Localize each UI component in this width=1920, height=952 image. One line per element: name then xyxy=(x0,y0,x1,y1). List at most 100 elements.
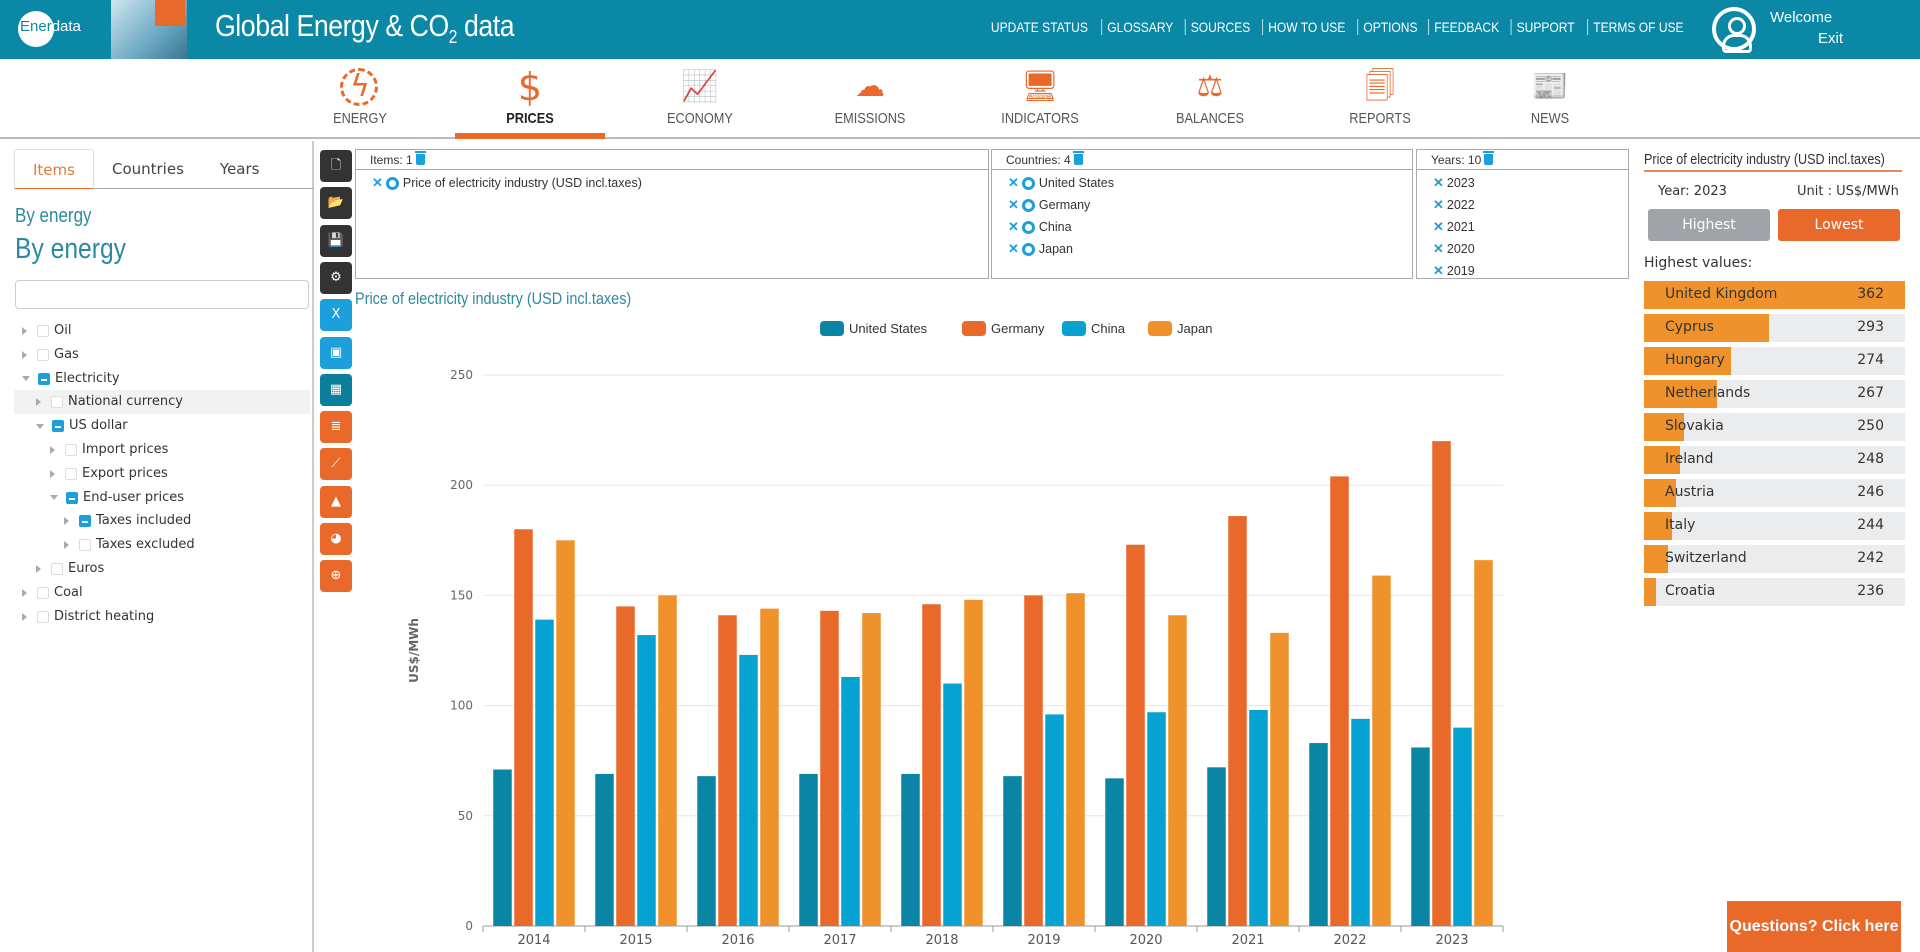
topnav-link[interactable]: TERMS OF USE xyxy=(1587,19,1688,35)
eye-icon[interactable] xyxy=(1021,220,1035,234)
lowest-button[interactable]: Lowest xyxy=(1778,209,1900,241)
bar-germany-2015[interactable] xyxy=(616,606,635,926)
tree-node[interactable]: Coal xyxy=(14,581,310,605)
legend-item[interactable]: China xyxy=(1062,321,1126,336)
tab-items[interactable]: Items xyxy=(14,149,94,189)
checkbox[interactable] xyxy=(66,491,78,504)
trash-icon[interactable] xyxy=(414,151,426,165)
tab-countries[interactable]: Countries xyxy=(94,149,202,189)
checkbox[interactable] xyxy=(79,515,91,528)
save-icon[interactable]: 💾 xyxy=(320,224,352,257)
tree-node[interactable]: Gas xyxy=(14,343,310,367)
bar-china-2020[interactable] xyxy=(1147,712,1166,926)
checkbox[interactable] xyxy=(65,444,77,456)
tree-search-input[interactable] xyxy=(15,280,309,309)
checkbox[interactable] xyxy=(51,396,63,409)
trash-icon[interactable] xyxy=(1072,151,1084,165)
remove-icon[interactable]: ✕ xyxy=(1008,238,1019,260)
caret-right-icon[interactable] xyxy=(22,327,27,335)
remove-icon[interactable]: ✕ xyxy=(1433,172,1444,194)
tree-node[interactable]: District heating xyxy=(14,605,310,629)
tree-node[interactable]: End-user prices xyxy=(14,486,310,510)
nav-balances[interactable]: ⚖ BALANCES xyxy=(1135,59,1285,137)
bar-china-2015[interactable] xyxy=(637,635,656,926)
tree-node[interactable]: Oil xyxy=(14,319,310,343)
bar-germany-2022[interactable] xyxy=(1330,476,1349,926)
bar-china-2018[interactable] xyxy=(943,683,962,926)
bar-united-states-2015[interactable] xyxy=(595,773,614,926)
bar-china-2021[interactable] xyxy=(1249,710,1268,926)
topnav-link[interactable]: FEEDBACK xyxy=(1428,19,1504,35)
caret-right-icon[interactable] xyxy=(64,541,69,550)
highest-button[interactable]: Highest xyxy=(1648,209,1770,241)
eye-icon[interactable] xyxy=(1021,242,1035,256)
bar-united-states-2017[interactable] xyxy=(799,773,818,926)
bar-united-states-2019[interactable] xyxy=(1003,776,1022,926)
checkbox[interactable] xyxy=(37,610,49,623)
checkbox[interactable] xyxy=(37,325,49,337)
bar-united-states-2016[interactable] xyxy=(697,776,716,926)
caret-down-icon[interactable] xyxy=(50,495,58,501)
bar-united-states-2018[interactable] xyxy=(901,773,920,926)
eye-icon[interactable] xyxy=(1021,176,1035,190)
caret-right-icon[interactable] xyxy=(22,350,27,359)
tree-node[interactable]: National currency xyxy=(14,390,310,415)
nav-reports[interactable]: 🗐 REPORTS xyxy=(1305,59,1455,137)
checkbox[interactable] xyxy=(52,420,64,433)
topnav-link[interactable]: UPDATE STATUS xyxy=(985,19,1092,35)
bar-japan-2016[interactable] xyxy=(760,608,779,926)
caret-right-icon[interactable] xyxy=(36,398,41,407)
settings-gear-icon[interactable]: ⚙ xyxy=(320,261,352,294)
checkbox[interactable] xyxy=(79,539,91,552)
topnav-link[interactable]: GLOSSARY xyxy=(1101,19,1179,35)
checkbox[interactable] xyxy=(65,467,77,480)
tree-node[interactable]: Electricity xyxy=(14,367,310,391)
bar-japan-2021[interactable] xyxy=(1270,632,1289,926)
bar-germany-2023[interactable] xyxy=(1432,441,1451,926)
remove-icon[interactable]: ✕ xyxy=(1008,172,1019,194)
tree-node[interactable]: Taxes included xyxy=(14,509,310,533)
checkbox[interactable] xyxy=(38,372,50,385)
remove-icon[interactable]: ✕ xyxy=(1433,194,1444,216)
bar-germany-2018[interactable] xyxy=(922,604,941,926)
table-view-icon[interactable]: ▦ xyxy=(320,373,352,406)
bar-japan-2023[interactable] xyxy=(1474,560,1493,926)
bar-chart-icon[interactable]: ≣ xyxy=(320,411,352,444)
remove-icon[interactable]: ✕ xyxy=(1008,194,1019,216)
nav-energy[interactable]: ϟ ENERGY xyxy=(285,59,435,137)
export-image-icon[interactable]: ▣ xyxy=(320,336,352,369)
caret-right-icon[interactable] xyxy=(64,517,69,526)
trash-icon[interactable] xyxy=(1483,151,1495,165)
tree-node[interactable]: Taxes excluded xyxy=(14,533,310,557)
tree-node[interactable]: Export prices xyxy=(14,462,310,486)
bar-united-states-2023[interactable] xyxy=(1411,747,1430,926)
eye-icon[interactable] xyxy=(385,176,399,190)
bar-germany-2016[interactable] xyxy=(718,615,737,926)
bar-united-states-2022[interactable] xyxy=(1309,743,1328,926)
caret-right-icon[interactable] xyxy=(22,612,27,621)
nav-emissions[interactable]: ☁ EMISSIONS xyxy=(795,59,945,137)
remove-icon[interactable]: ✕ xyxy=(372,172,383,194)
bar-china-2017[interactable] xyxy=(841,676,860,926)
remove-icon[interactable]: ✕ xyxy=(1433,260,1444,278)
checkbox[interactable] xyxy=(37,348,49,361)
caret-down-icon[interactable] xyxy=(36,423,44,429)
bar-japan-2020[interactable] xyxy=(1168,615,1187,926)
remove-icon[interactable]: ✕ xyxy=(1008,216,1019,238)
caret-right-icon[interactable] xyxy=(22,588,27,597)
caret-right-icon[interactable] xyxy=(36,565,41,573)
nav-news[interactable]: 📰 NEWS xyxy=(1475,59,1625,137)
nav-economy[interactable]: 📈 ECONOMY xyxy=(625,59,775,137)
tab-years[interactable]: Years xyxy=(202,149,278,189)
topnav-link[interactable]: OPTIONS xyxy=(1357,19,1422,35)
bar-germany-2019[interactable] xyxy=(1024,595,1043,926)
caret-right-icon[interactable] xyxy=(50,469,55,478)
questions-button[interactable]: Questions? Click here xyxy=(1727,901,1901,952)
checkbox[interactable] xyxy=(51,563,63,575)
nav-indicators[interactable]: 🖥 INDICATORS xyxy=(965,59,1115,137)
export-excel-icon[interactable]: X xyxy=(320,299,352,332)
nav-prices[interactable]: $ PRICES xyxy=(455,59,605,139)
tree-node[interactable]: Euros xyxy=(14,557,310,581)
user-account-icon[interactable] xyxy=(1712,7,1756,53)
bar-united-states-2014[interactable] xyxy=(493,769,512,926)
